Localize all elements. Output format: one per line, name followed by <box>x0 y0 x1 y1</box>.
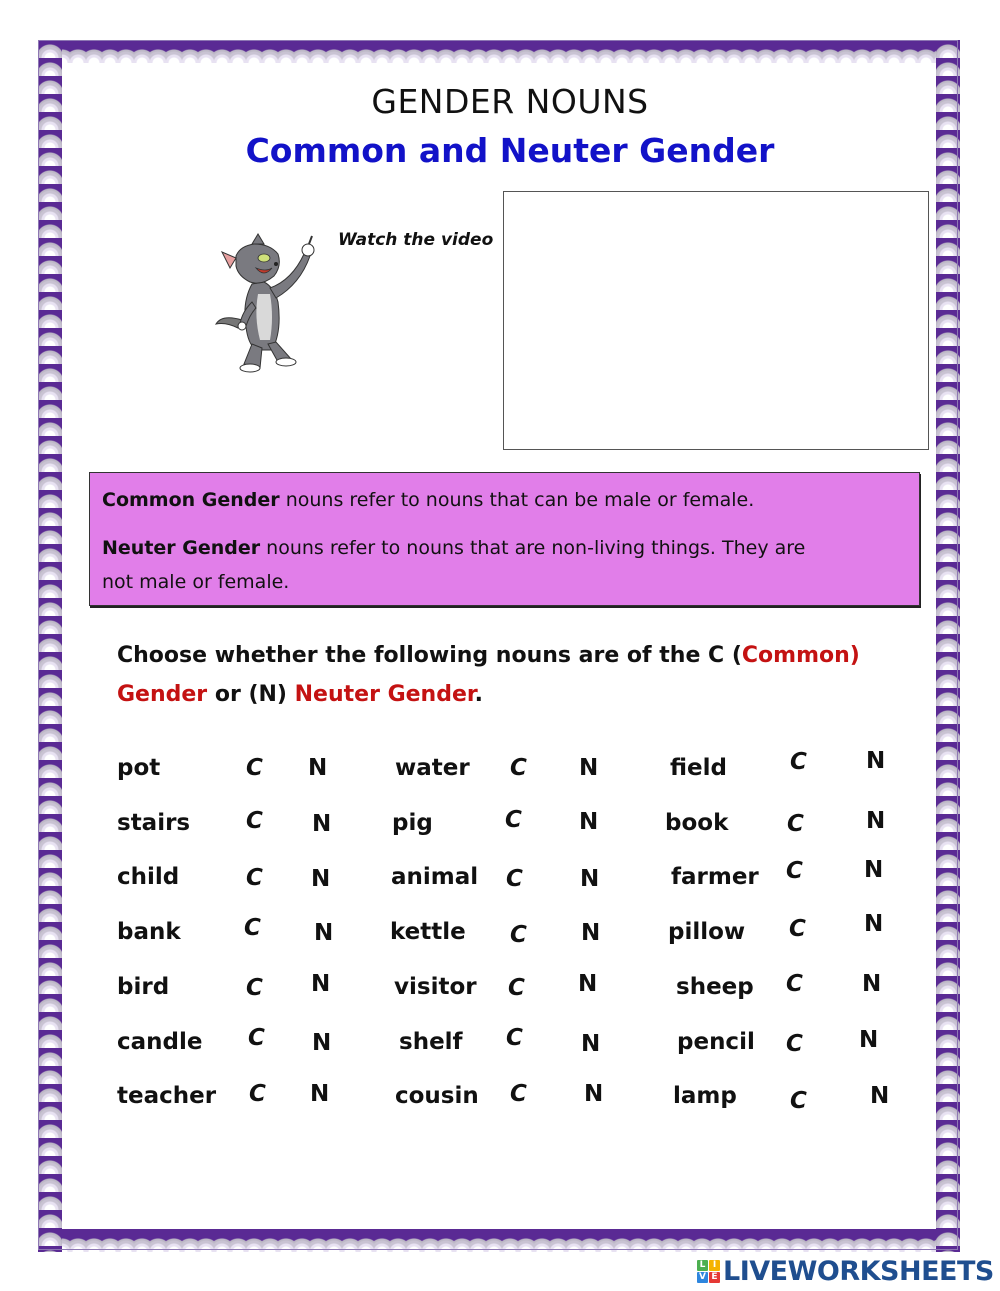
noun-word: bird <box>117 974 170 1000</box>
option-common[interactable]: C <box>246 865 263 891</box>
option-common[interactable]: C <box>786 971 803 997</box>
option-neuter[interactable]: N <box>312 1030 331 1056</box>
noun-word: pencil <box>677 1029 755 1055</box>
option-common[interactable]: C <box>786 858 803 884</box>
noun-word: sheep <box>676 974 754 1000</box>
noun-word: book <box>665 810 729 836</box>
noun-word: child <box>117 864 180 890</box>
noun-word: field <box>670 755 727 781</box>
decorative-border-bottom <box>38 1229 960 1252</box>
logo-letter-tile: I <box>709 1259 720 1271</box>
cartoon-cat-icon <box>214 233 315 373</box>
option-neuter[interactable]: N <box>866 748 885 774</box>
option-neuter[interactable]: N <box>581 920 600 946</box>
option-common[interactable]: C <box>787 811 804 837</box>
noun-word: cousin <box>395 1083 479 1109</box>
option-neuter[interactable]: N <box>311 971 330 997</box>
option-common[interactable]: C <box>790 749 807 775</box>
logo-letter-tile: V <box>697 1271 708 1283</box>
option-common[interactable]: C <box>510 922 527 948</box>
worksheet-title: GENDER NOUNS <box>371 82 649 121</box>
liveworksheets-logo: LIVE LIVEWORKSHEETS <box>697 1256 994 1287</box>
option-neuter[interactable]: N <box>584 1081 603 1107</box>
option-neuter[interactable]: N <box>578 971 597 997</box>
option-common[interactable]: C <box>248 1025 265 1051</box>
option-neuter[interactable]: N <box>308 755 327 781</box>
option-neuter[interactable]: N <box>311 866 330 892</box>
option-neuter[interactable]: N <box>579 755 598 781</box>
option-neuter[interactable]: N <box>864 911 883 937</box>
decorative-border-left <box>38 40 62 1252</box>
option-neuter[interactable]: N <box>580 866 599 892</box>
noun-word: animal <box>391 864 479 890</box>
decorative-border-right <box>936 40 960 1252</box>
noun-word: pig <box>392 810 433 836</box>
logo-letter-tile: E <box>709 1271 720 1283</box>
option-neuter[interactable]: N <box>312 811 331 837</box>
option-common[interactable]: C <box>506 866 523 892</box>
noun-word: pillow <box>668 919 746 945</box>
option-common[interactable]: C <box>246 975 263 1001</box>
option-common[interactable]: C <box>244 915 261 941</box>
noun-word: visitor <box>394 974 477 1000</box>
noun-word: candle <box>117 1029 203 1055</box>
option-common[interactable]: C <box>506 1025 523 1051</box>
option-common[interactable]: C <box>510 755 527 781</box>
option-neuter[interactable]: N <box>870 1083 889 1109</box>
logo-letter-tile: L <box>697 1259 708 1271</box>
neuter-gender-definition: Neuter Gender nouns refer to nouns that … <box>102 537 806 593</box>
option-common[interactable]: C <box>510 1081 527 1107</box>
option-neuter[interactable]: N <box>581 1031 600 1057</box>
worksheet-subtitle: Common and Neuter Gender <box>245 131 775 170</box>
option-common[interactable]: C <box>249 1081 266 1107</box>
video-player[interactable] <box>503 191 929 450</box>
option-common[interactable]: C <box>790 1088 807 1114</box>
option-common[interactable]: C <box>505 807 522 833</box>
option-neuter[interactable]: N <box>579 809 598 835</box>
option-common[interactable]: C <box>246 808 263 834</box>
instructions: Choose whether the following nouns are o… <box>117 643 860 707</box>
noun-word: lamp <box>673 1083 737 1109</box>
noun-word: stairs <box>117 810 191 836</box>
option-neuter[interactable]: N <box>859 1027 878 1053</box>
noun-word: farmer <box>671 864 759 890</box>
live-logo-icon: LIVE <box>697 1259 720 1283</box>
decorative-border-top <box>38 40 960 63</box>
option-neuter[interactable]: N <box>314 920 333 946</box>
option-neuter[interactable]: N <box>862 971 881 997</box>
option-neuter[interactable]: N <box>310 1081 329 1107</box>
noun-word: teacher <box>117 1083 217 1109</box>
option-neuter[interactable]: N <box>864 857 883 883</box>
noun-word: kettle <box>390 919 466 945</box>
noun-word: bank <box>117 919 181 945</box>
common-gender-definition: Common Gender nouns refer to nouns that … <box>102 489 755 511</box>
noun-word: pot <box>117 755 161 781</box>
option-common[interactable]: C <box>786 1031 803 1057</box>
watch-video-label: Watch the video <box>338 230 494 250</box>
noun-word: shelf <box>399 1029 463 1055</box>
noun-word: water <box>395 755 470 781</box>
option-common[interactable]: C <box>246 755 263 781</box>
definitions-box: Common Gender nouns refer to nouns that … <box>89 472 920 606</box>
option-common[interactable]: C <box>789 916 806 942</box>
option-common[interactable]: C <box>508 975 525 1001</box>
option-neuter[interactable]: N <box>866 808 885 834</box>
